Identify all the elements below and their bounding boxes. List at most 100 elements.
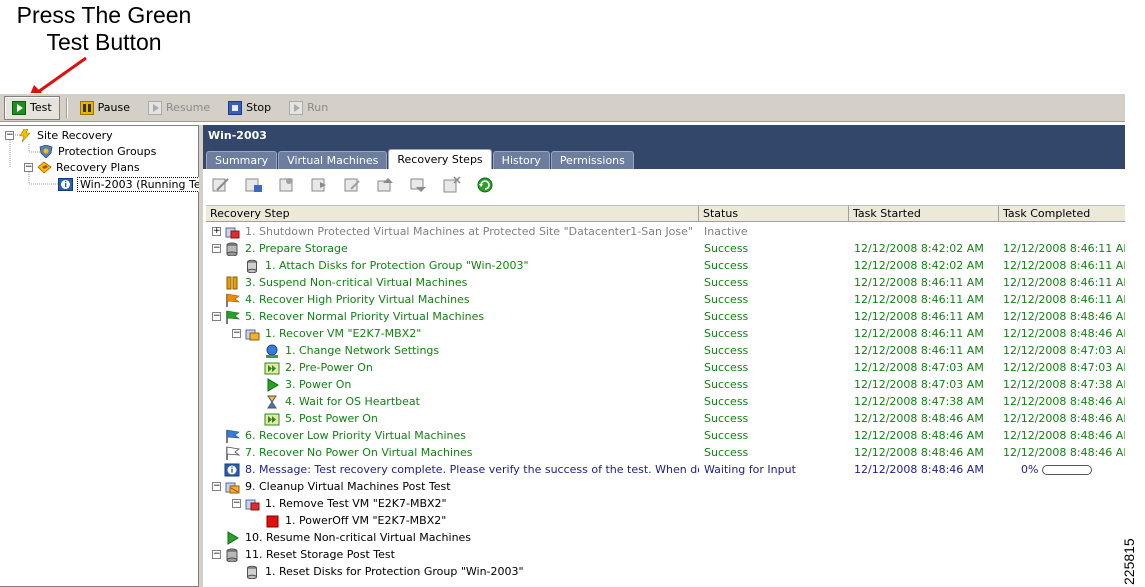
resume-icon — [148, 100, 163, 115]
table-row[interactable]: 3. Suspend Non-critical Virtual Machines… — [206, 274, 1125, 291]
table-row[interactable]: − 1. Recover VM "E2K7-MBX2" Success 12/12/2… — [206, 325, 1125, 342]
step-label: 1. Remove Test VM "E2K7-MBX2" — [265, 497, 447, 510]
task-completed-cell: 12/12/2008 8:46:11 AM — [1003, 274, 1125, 291]
tree-label-protection-groups: Protection Groups — [58, 144, 157, 158]
table-row[interactable]: 3. Power On Success 12/12/2008 8:47:03 AM 1… — [206, 376, 1125, 393]
table-row[interactable]: 5. Post Power On Success 12/12/2008 8:48:4… — [206, 410, 1125, 427]
tab-recovery-steps[interactable]: Recovery Steps — [388, 149, 492, 169]
collapse-icon[interactable]: − — [5, 130, 14, 140]
table-row[interactable]: 1. Reset Disks for Protection Group "Win… — [206, 563, 1125, 580]
collapse-icon[interactable]: − — [232, 329, 241, 338]
table-row[interactable]: 8. Message: Test recovery complete. Plea… — [206, 461, 1125, 478]
task-completed-cell: 12/12/2008 8:47:03 AM — [1003, 342, 1125, 359]
tab-permissions[interactable]: Permissions — [550, 151, 634, 169]
column-header-task-completed[interactable]: Task Completed — [999, 206, 1125, 222]
stop-button[interactable]: Stop — [221, 96, 278, 120]
table-row[interactable]: 6. Recover Low Priority Virtual Machines… — [206, 427, 1125, 444]
task-completed-cell: 12/12/2008 8:48:46 AM — [1003, 427, 1125, 444]
collapse-icon[interactable]: − — [212, 482, 221, 491]
tab-history[interactable]: History — [492, 151, 550, 169]
rename-step-button[interactable] — [341, 174, 365, 196]
task-completed-cell: 12/12/2008 8:48:46 AM — [1003, 444, 1125, 461]
tab-virtual-machines[interactable]: Virtual Machines — [278, 151, 388, 169]
delete-step-button[interactable] — [440, 174, 464, 196]
move-step-button[interactable] — [308, 174, 332, 196]
add-step-icon — [245, 178, 262, 192]
task-completed-value: 12/12/2008 8:47:03 AM — [1003, 344, 1125, 357]
test-button[interactable]: Test — [4, 95, 60, 120]
step-cell: +1. Shutdown Protected Virtual Machines … — [206, 223, 699, 240]
table-row[interactable]: 1. PowerOff VM "E2K7-MBX2" — [206, 512, 1125, 529]
table-row[interactable]: 4. Recover High Priority Virtual Machine… — [206, 291, 1125, 308]
power-on-icon — [264, 377, 280, 392]
table-row[interactable]: +1. Shutdown Protected Virtual Machines … — [206, 223, 1125, 240]
cleanup-vm-icon — [224, 480, 240, 494]
tree-label-site-recovery: Site Recovery — [37, 128, 113, 142]
task-completed-value: 12/12/2008 8:47:38 AM — [1003, 378, 1125, 391]
task-completed-cell: 12/12/2008 8:48:46 AM — [1003, 410, 1125, 427]
move-down-button[interactable] — [407, 174, 431, 196]
tree-node-site-recovery[interactable]: − Site Recovery — [5, 127, 113, 143]
test-button-label: Test — [30, 101, 52, 114]
table-row[interactable]: − 1. Remove Test VM "E2K7-MBX2" — [206, 495, 1125, 512]
recover-vm-icon — [244, 327, 260, 341]
status-cell: Success — [704, 344, 749, 357]
column-header-task-started[interactable]: Task Started — [849, 206, 999, 222]
shield-icon — [39, 144, 53, 158]
step-cell: 3. Suspend Non-critical Virtual Machines — [206, 274, 699, 291]
step-label: 9. Cleanup Virtual Machines Post Test — [245, 480, 451, 493]
collapse-icon[interactable]: − — [212, 244, 221, 253]
collapse-icon[interactable]: − — [212, 312, 221, 321]
task-started-cell — [854, 546, 1000, 563]
table-row[interactable]: 10. Resume Non-critical Virtual Machines — [206, 529, 1125, 546]
table-row[interactable]: − 9. Cleanup Virtual Machines Post Test — [206, 478, 1125, 495]
main-toolbar: Test Pause Resume Stop Run — [0, 93, 1125, 122]
move-up-button[interactable] — [374, 174, 398, 196]
resume-button[interactable]: Resume — [141, 96, 217, 120]
step-label: 2. Pre-Power On — [285, 361, 373, 374]
task-started-cell: 12/12/2008 8:48:46 AM — [854, 463, 984, 476]
add-step-button[interactable] — [242, 174, 266, 196]
task-started-cell: 12/12/2008 8:47:38 AM — [854, 395, 984, 408]
task-started-cell: 12/12/2008 8:42:02 AM — [854, 259, 984, 272]
table-row[interactable]: − 5. Recover Normal Priority Virtual Mach… — [206, 308, 1125, 325]
expand-icon[interactable]: + — [212, 227, 221, 236]
step-cell: − 2. Prepare Storage — [206, 240, 699, 257]
tree-node-recovery-plans[interactable]: − Recovery Plans — [24, 159, 140, 175]
table-row[interactable]: − 11. Reset Storage Post Test — [206, 546, 1125, 563]
steps-grid-header: Recovery Step Status Task Started Task C… — [206, 205, 1125, 222]
table-row[interactable]: 2. Pre-Power On Success 12/12/2008 8:47:03… — [206, 359, 1125, 376]
table-row[interactable]: 4. Wait for OS Heartbeat Success 12/12/200… — [206, 393, 1125, 410]
resume-button-label: Resume — [166, 101, 211, 114]
task-started-cell: 12/12/2008 8:47:03 AM — [854, 378, 984, 391]
column-header-status[interactable]: Status — [699, 206, 849, 222]
table-row[interactable]: − 2. Prepare Storage Success 12/12/2008 8:4… — [206, 240, 1125, 257]
tab-summary[interactable]: Summary — [206, 151, 278, 169]
collapse-icon[interactable]: − — [24, 162, 33, 172]
run-button[interactable]: Run — [282, 96, 335, 120]
tree-node-protection-groups[interactable]: Protection Groups — [39, 143, 156, 159]
table-row[interactable]: 7. Recover No Power On Virtual Machines S… — [206, 444, 1125, 461]
refresh-button[interactable] — [473, 174, 497, 196]
table-row[interactable]: 1. Attach Disks for Protection Group "Wi… — [206, 257, 1125, 274]
column-header-recovery-step[interactable]: Recovery Step — [206, 206, 699, 222]
collapse-icon[interactable]: − — [232, 499, 241, 508]
script-icon — [264, 361, 280, 375]
task-completed-cell: 12/12/2008 8:47:03 AM — [1003, 359, 1125, 376]
pause-button-label: Pause — [97, 101, 131, 114]
status-cell: Success — [704, 361, 749, 374]
step-cell: 3. Power On — [206, 376, 699, 393]
step-cell: − 1. Remove Test VM "E2K7-MBX2" — [206, 495, 699, 512]
table-row[interactable]: 1. Change Network Settings Success 12/12/2… — [206, 342, 1125, 359]
step-properties-button[interactable] — [275, 174, 299, 196]
step-cell: 5. Post Power On — [206, 410, 699, 427]
detail-title: Win-2003 — [208, 129, 267, 142]
pause-button[interactable]: Pause — [73, 96, 137, 120]
info-icon — [224, 463, 240, 477]
task-started-cell: 12/12/2008 8:48:46 AM — [854, 429, 984, 442]
task-completed-value: 12/12/2008 8:46:11 AM — [1003, 276, 1125, 289]
collapse-icon[interactable]: − — [212, 550, 221, 559]
task-completed-cell — [1003, 512, 1125, 529]
tree-node-win-2003[interactable]: Win-2003 (Running Test — [58, 176, 214, 192]
edit-step-button[interactable] — [209, 174, 233, 196]
